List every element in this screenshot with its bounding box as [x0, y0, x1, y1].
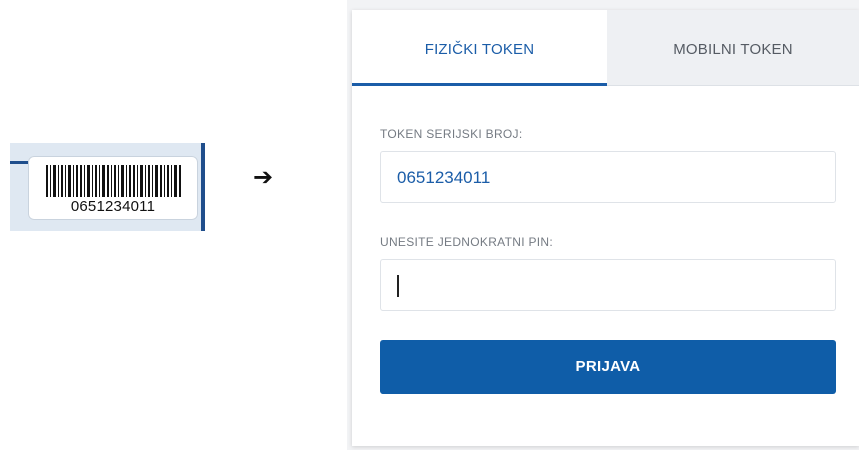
login-panel: FIZIČKI TOKEN MOBILNI TOKEN TOKEN SERIJS… [352, 10, 859, 446]
serial-number-input[interactable]: 0651234011 [380, 151, 836, 203]
barcode-serial-number: 0651234011 [70, 198, 156, 215]
pin-label: UNESITE JEDNOKRATNI PIN: [380, 235, 553, 249]
sticker-edge [201, 143, 205, 231]
token-tabs: FIZIČKI TOKEN MOBILNI TOKEN [352, 10, 859, 86]
tab-mobile-token[interactable]: MOBILNI TOKEN [607, 10, 859, 86]
serial-number-label: TOKEN SERIJSKI BROJ: [380, 127, 523, 141]
tab-physical-token[interactable]: FIZIČKI TOKEN [352, 10, 607, 86]
pin-input[interactable] [380, 259, 836, 311]
serial-number-value: 0651234011 [397, 168, 491, 187]
login-button[interactable]: PRIJAVA [380, 340, 836, 394]
arrow-right-icon: ➔ [253, 163, 274, 191]
barcode-icon [46, 165, 181, 197]
text-cursor [397, 275, 399, 297]
barcode-label: 0651234011 [28, 156, 198, 220]
token-sticker: 0651234011 [10, 143, 205, 231]
